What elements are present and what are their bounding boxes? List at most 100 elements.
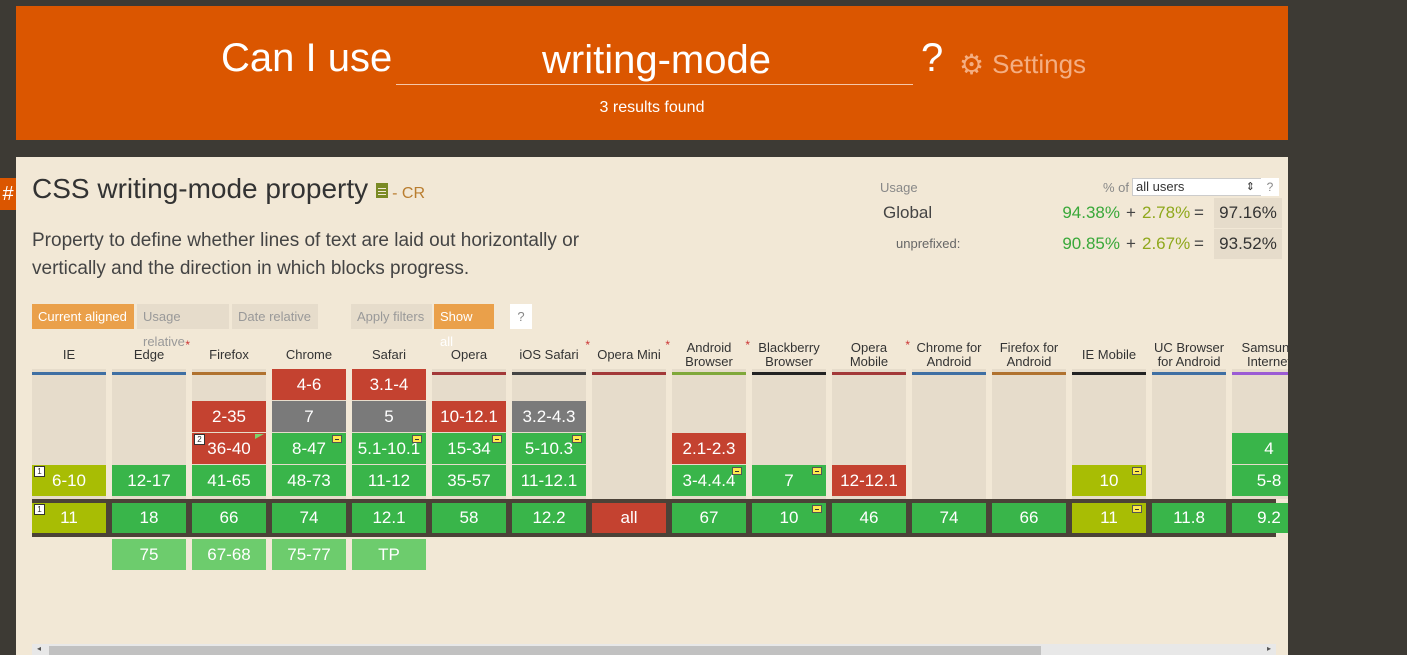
browser-header[interactable]: Safari <box>352 336 426 375</box>
version-label: 5-10.3 <box>524 439 574 458</box>
support-cell[interactable]: 74 <box>272 503 346 533</box>
support-cell[interactable]: 15-34 <box>432 433 506 464</box>
support-cell[interactable]: 75 <box>112 539 186 570</box>
support-cell[interactable]: 58 <box>432 503 506 533</box>
support-cell[interactable]: 5.1-10.1 <box>352 433 426 464</box>
support-cell[interactable]: 18 <box>112 503 186 533</box>
support-cell[interactable]: 10 <box>1072 465 1146 496</box>
browser-note-star: * <box>185 338 190 352</box>
support-cell[interactable]: 8-47 <box>272 433 346 464</box>
support-cell[interactable]: 67-68 <box>192 539 266 570</box>
date-relative-button[interactable]: Date relative <box>232 304 318 329</box>
support-cell[interactable]: 66 <box>992 503 1066 533</box>
show-all-button[interactable]: Show all <box>434 304 494 349</box>
support-cell[interactable]: 5-10.3 <box>512 433 586 464</box>
support-cell[interactable]: 46 <box>832 503 906 533</box>
support-cell[interactable]: 12-12.1 <box>832 465 906 496</box>
browser-header[interactable]: Edge * <box>112 336 190 375</box>
version-label: 35-57 <box>447 471 491 490</box>
browser-header[interactable]: Samsung Internet <box>1232 336 1288 375</box>
browser-header[interactable]: Firefox <box>192 336 266 375</box>
version-label: 67 <box>699 508 719 527</box>
scroll-left-arrow[interactable]: ◂ <box>37 644 41 653</box>
users-select[interactable]: all users ⇕ <box>1132 178 1262 196</box>
support-cell[interactable]: 11-12 <box>352 465 426 496</box>
support-cell[interactable]: 11.8 <box>1152 503 1226 533</box>
browser-header[interactable]: Chrome <box>272 336 346 375</box>
browser-header[interactable]: IE Mobile <box>1072 336 1146 375</box>
support-cell[interactable]: 2.1-2.3 <box>672 433 746 464</box>
browser-header[interactable]: IE <box>32 336 106 375</box>
browser-header[interactable]: iOS Safari * <box>512 336 590 375</box>
scroll-right-arrow[interactable]: ▸ <box>1267 644 1271 653</box>
support-cell[interactable]: 67 <box>672 503 746 533</box>
support-cell[interactable]: 5-8 <box>1232 465 1288 496</box>
usage-relative-button[interactable]: Usage relative <box>137 304 229 349</box>
version-label: 10-12.1 <box>440 407 498 426</box>
support-cell[interactable]: 7 <box>272 401 346 432</box>
current-aligned-button[interactable]: Current aligned <box>32 304 134 329</box>
support-cell[interactable]: all <box>592 503 666 533</box>
browser-header[interactable]: UC Browser for Android <box>1152 336 1226 375</box>
support-cell[interactable]: 74 <box>912 503 986 533</box>
usage-help-button[interactable]: ? <box>1261 178 1279 196</box>
browser-header[interactable]: Android Browser * <box>672 336 750 375</box>
feature-anchor-link[interactable]: # <box>0 178 16 210</box>
browser-header[interactable]: Opera Mini * <box>592 336 670 375</box>
support-cell[interactable]: 3.2-4.3 <box>512 401 586 432</box>
support-cell[interactable]: 12-17 <box>112 465 186 496</box>
support-cell[interactable]: 9.2 <box>1232 503 1288 533</box>
search-input[interactable] <box>396 34 917 86</box>
support-cell[interactable]: 4 <box>1232 433 1288 464</box>
support-cell[interactable]: 11 1 <box>32 503 106 533</box>
browser-header[interactable]: Blackberry Browser <box>752 336 826 375</box>
feature-title[interactable]: CSS writing-mode property <box>32 173 368 204</box>
browser-header[interactable]: Firefox for Android <box>992 336 1066 375</box>
support-cell[interactable]: 10 <box>752 503 826 533</box>
results-count: 3 results found <box>599 99 705 116</box>
search-field-wrapper[interactable] <box>396 34 917 86</box>
feature-card: CSS writing-mode property - CR Property t… <box>16 157 1288 655</box>
support-cell[interactable]: 41-65 <box>192 465 266 496</box>
support-cell[interactable]: 3.1-4 <box>352 369 426 400</box>
support-cell[interactable]: 11 <box>1072 503 1146 533</box>
support-cell[interactable]: 75-77 <box>272 539 346 570</box>
version-label: 7 <box>784 471 794 490</box>
support-cell[interactable]: 12.2 <box>512 503 586 533</box>
support-cell[interactable]: 6-10 1 <box>32 465 106 496</box>
apply-filters-button[interactable]: Apply filters <box>351 304 432 329</box>
note-number-badge: 2 <box>194 434 205 445</box>
support-cell[interactable]: 48-73 <box>272 465 346 496</box>
browser-name: IE <box>62 346 76 362</box>
equals-sign: = <box>1194 203 1204 222</box>
support-cell[interactable]: 10-12.1 <box>432 401 506 432</box>
support-cell[interactable]: 66 <box>192 503 266 533</box>
scrollbar-thumb[interactable] <box>49 646 1041 655</box>
partial-support-flag-icon <box>732 467 742 475</box>
can-i-use-label: Can I use <box>221 36 393 80</box>
version-label: 46 <box>859 508 879 527</box>
browser-color-bar <box>992 372 1066 375</box>
spec-document-icon[interactable] <box>376 183 389 199</box>
support-cell[interactable]: 2-35 <box>192 401 266 432</box>
version-label: 2-35 <box>211 407 247 426</box>
support-cell[interactable]: 3-4.4.4 <box>672 465 746 496</box>
support-cell[interactable]: 12.1 <box>352 503 426 533</box>
support-cell[interactable]: TP <box>352 539 426 570</box>
browser-header[interactable]: Chrome for Android <box>912 336 986 375</box>
support-cell[interactable]: 36-40 2 <box>192 433 266 464</box>
browser-header[interactable]: Opera Mobile * <box>832 336 910 375</box>
table-help-button[interactable]: ? <box>510 304 532 329</box>
support-cell[interactable]: 5 <box>352 401 426 432</box>
settings-button[interactable]: ⚙ Settings <box>959 48 1086 81</box>
browser-header[interactable]: Opera <box>432 336 506 375</box>
support-cell[interactable]: 4-6 <box>272 369 346 400</box>
browser-name: Android Browser <box>685 339 733 369</box>
feature-title-row: CSS writing-mode property - CR <box>32 173 425 205</box>
support-cell[interactable]: 11-12.1 <box>512 465 586 496</box>
support-cell[interactable]: 7 <box>752 465 826 496</box>
version-label: 6-10 <box>51 471 87 490</box>
version-label: 2.1-2.3 <box>682 439 736 458</box>
support-cell[interactable]: 35-57 <box>432 465 506 496</box>
horizontal-scrollbar[interactable]: ◂ ▸ <box>32 644 1276 655</box>
